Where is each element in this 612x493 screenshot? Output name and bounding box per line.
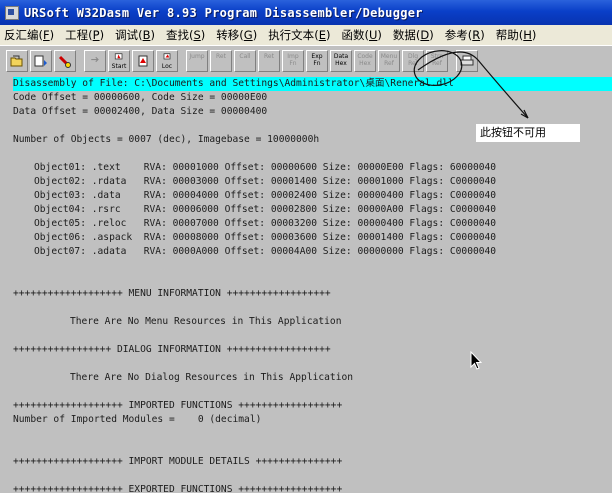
menu-item-accelerator: D [420, 28, 430, 42]
menu-ref-button[interactable]: Menu Ref [378, 49, 400, 72]
imported-functions-heading: +++++++++++++++++++ IMPORTED FUNCTIONS +… [13, 400, 343, 411]
code-offset-line: Code Offset = 00000600, Code Size = 0000… [13, 92, 268, 103]
goto-code-location-button[interactable]: Loc [156, 49, 178, 72]
listing-header: Disassembly of File: C:\Documents and Se… [13, 78, 454, 89]
objects-count-line: Number of Objects = 0007 (dec), Imagebas… [13, 134, 320, 145]
object-row: Object03: .data RVA: 00004000 Offset: 00… [34, 190, 497, 201]
menu-item-accelerator: B [142, 28, 151, 42]
menu-item-label: 执行文本 [268, 28, 315, 42]
menu-item-label: 函数 [341, 28, 365, 42]
import-details-heading: +++++++++++++++++++ IMPORT MODULE DETAIL… [13, 456, 343, 467]
menu-item-label: 帮助 [495, 28, 519, 42]
hex-data-button[interactable]: Data Hex [330, 49, 352, 72]
menu-item-accelerator: H [523, 28, 532, 42]
toolbar-button-label: Exp Fn [311, 52, 323, 67]
menu-item-accelerator: S [193, 28, 201, 42]
toolbar-button-label: Dlg Ref [407, 52, 419, 67]
return-from-jump-button[interactable]: Ret [210, 49, 232, 72]
toolbar-button-label: Loc [161, 62, 173, 70]
menu-item-5[interactable]: 执行文本(E) [264, 27, 334, 43]
menu-item-label: 调试 [115, 28, 139, 42]
menu-item-accelerator: R [472, 28, 481, 42]
dialog-ref-button[interactable]: Dlg Ref [402, 49, 424, 72]
menu-item-label: 数据 [392, 28, 416, 42]
print-button[interactable] [456, 49, 478, 72]
toolbar-button-label: Start [111, 62, 127, 70]
menu-item-8[interactable]: 参考(R) [441, 27, 489, 43]
menu-item-accelerator: F [43, 28, 50, 42]
object-row: Object04: .rsrc RVA: 00006000 Offset: 00… [34, 204, 497, 215]
disassembly-listing[interactable]: Disassembly of File: C:\Documents and Se… [0, 76, 612, 493]
dialog-info-text: There Are No Dialog Resources in This Ap… [70, 372, 354, 383]
object-row: Object05: .reloc RVA: 00007000 Offset: 0… [34, 218, 497, 229]
data-offset-line: Data Offset = 00002400, Data Size = 0000… [13, 106, 268, 117]
menu-item-1[interactable]: 工程(P) [61, 27, 108, 43]
menu-item-7[interactable]: 数据(D) [389, 27, 438, 43]
title-bar[interactable]: URSoft W32Dasm Ver 8.93 Program Disassem… [0, 0, 612, 25]
hex-code-button[interactable]: Code Hex [354, 49, 376, 72]
exports-button[interactable]: Exp Fn [306, 49, 328, 72]
toolbar-button-label: Ret [264, 52, 274, 60]
string-ref-button[interactable]: Strn Ref [426, 49, 448, 72]
menu-item-9[interactable]: 帮助(H) [492, 27, 541, 43]
menu-item-accelerator: U [368, 28, 378, 42]
imported-modules-count: Number of Imported Modules = 0 (decimal) [13, 414, 262, 425]
mouse-cursor-icon [470, 351, 482, 370]
execute-call-button[interactable]: Call [234, 49, 256, 72]
menu-item-0[interactable]: 反汇编(F) [0, 27, 58, 43]
toolbar-button-label: Jump [189, 52, 205, 60]
annotation-note: 此按钮不可用 [476, 124, 580, 142]
toolbar-button-label: Code Hex [357, 52, 373, 67]
object-row: Object06: .aspack RVA: 00008000 Offset: … [34, 232, 497, 243]
object-row: Object01: .text RVA: 00001000 Offset: 00… [34, 162, 497, 173]
goto-code-start-button[interactable] [84, 49, 106, 72]
menu-info-heading: +++++++++++++++++++ MENU INFORMATION +++… [13, 288, 331, 299]
menu-item-label: 查找 [165, 28, 189, 42]
menu-item-accelerator: P [92, 28, 100, 42]
object-row: Object02: .rdata RVA: 00003000 Offset: 0… [34, 176, 497, 187]
menu-item-label: 反汇编 [4, 28, 39, 42]
menu-info-text: There Are No Menu Resources in This Appl… [70, 316, 342, 327]
toolbar-button-label: Call [239, 52, 251, 60]
menu-item-3[interactable]: 查找(S) [162, 27, 209, 43]
execute-jump-button[interactable]: Jump [186, 49, 208, 72]
return-from-call-button[interactable]: Ret [258, 49, 280, 72]
toolbar-button-label: Data Hex [333, 52, 349, 67]
save-disasm-button[interactable] [30, 49, 52, 72]
find-button[interactable] [54, 49, 76, 72]
menu-item-6[interactable]: 函数(U) [337, 27, 385, 43]
menu-item-label: 工程 [65, 28, 89, 42]
toolbar-button-label: Menu Ref [380, 52, 398, 67]
window-title: URSoft W32Dasm Ver 8.93 Program Disassem… [24, 5, 423, 20]
goto-page-button[interactable] [132, 49, 154, 72]
exported-functions-heading: +++++++++++++++++++ EXPORTED FUNCTIONS +… [13, 484, 343, 493]
imports-button[interactable]: Imp Fn [282, 49, 304, 72]
menu-item-label: 参考 [444, 28, 468, 42]
toolbar-button-label: Strn Ref [430, 52, 444, 67]
menu-item-accelerator: G [243, 28, 253, 42]
dialog-info-heading: +++++++++++++++++ DIALOG INFORMATION +++… [13, 344, 331, 355]
menu-item-accelerator: E [318, 28, 326, 42]
menu-bar: 反汇编(F) 工程(P) 调试(B) 查找(S) 转移(G) 执行文本(E) 函数(U) 数据… [0, 25, 612, 46]
menu-item-4[interactable]: 转移(G) [212, 27, 261, 43]
toolbar: Start Loc Jump Ret Call Ret Imp Fn Exp Fn Data H… [0, 46, 612, 75]
menu-item-2[interactable]: 调试(B) [111, 27, 159, 43]
object-row: Object07: .adata RVA: 0000A000 Offset: 0… [34, 246, 497, 257]
open-disasm-button[interactable] [6, 49, 28, 72]
app-icon[interactable] [5, 5, 19, 20]
menu-item-label: 转移 [216, 28, 240, 42]
toolbar-button-label: Imp Fn [287, 52, 299, 67]
program-entry-button[interactable]: Start [108, 49, 130, 72]
toolbar-button-label: Ret [216, 52, 226, 60]
